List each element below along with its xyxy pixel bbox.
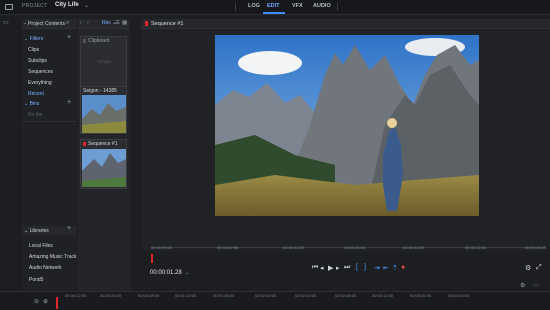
ruler-label: 00:00:12:00 bbox=[465, 245, 487, 250]
libraries-label: Libraries bbox=[29, 227, 49, 234]
ruler-label: 00:00:12:00 bbox=[283, 245, 305, 250]
record-marker-icon bbox=[83, 141, 86, 146]
fullscreen-icon[interactable]: ⤢ bbox=[536, 264, 542, 272]
library-item-local-files[interactable]: Local Files bbox=[29, 243, 53, 249]
back-arrow-icon[interactable]: ‹ bbox=[80, 20, 82, 26]
marker-icon bbox=[83, 38, 86, 43]
record-icon[interactable]: ● bbox=[401, 264, 405, 271]
bins-section[interactable]: ⌄ Bins bbox=[24, 101, 39, 107]
tab-divider bbox=[235, 3, 236, 11]
bin-item[interactable]: No bin bbox=[28, 112, 42, 118]
bin-toolbar: ‹ › Rec ⌄ ☰ ▦ bbox=[78, 19, 130, 29]
filter-item-recent[interactable]: Recent bbox=[28, 91, 44, 97]
settings-icon[interactable]: ⚙ bbox=[525, 264, 531, 272]
active-tab-indicator bbox=[263, 12, 285, 14]
viewer-title: Sequence #1 bbox=[151, 20, 184, 27]
ruler-label: 00:00:16:00 bbox=[525, 245, 547, 250]
timeline-tick: 00:02:48:00 bbox=[335, 293, 357, 298]
timeline-tick: 00:00:48:00 bbox=[138, 293, 160, 298]
add-library-icon[interactable]: + bbox=[67, 225, 71, 232]
timeline-tick: 00:03:36:00 bbox=[410, 293, 432, 298]
skip-to-start-icon[interactable]: ⏮ bbox=[312, 264, 318, 272]
project-contents-header: ⌄ Project Contents ⌕ bbox=[22, 19, 77, 29]
timeline-tick: 00:01:36:00 bbox=[213, 293, 235, 298]
video-frame[interactable] bbox=[215, 35, 479, 216]
tab-edit[interactable]: EDIT bbox=[267, 3, 280, 9]
insert-icon[interactable]: ⇥ bbox=[374, 264, 380, 272]
sequence-thumbnail[interactable]: Sequence #1 bbox=[80, 139, 127, 189]
project-label: PROJECT bbox=[22, 3, 48, 9]
timeline-tick: 00:00:24:00 bbox=[100, 293, 122, 298]
filter-item-subclips[interactable]: Subclips bbox=[28, 58, 47, 64]
grid-view-icon[interactable]: ▦ bbox=[122, 20, 127, 26]
panel-toggle-icon[interactable]: ▭ bbox=[3, 19, 9, 26]
ruler-label: 00:00:13:00 bbox=[403, 245, 425, 250]
record-marker-icon bbox=[145, 21, 148, 26]
zoom-out-icon[interactable]: ⊖ bbox=[34, 298, 39, 305]
sequence-viewer: Sequence #1 00:00:00.00 00:00:02:58 00:0… bbox=[141, 19, 550, 263]
overwrite-icon[interactable]: ⇤ bbox=[383, 264, 389, 272]
viewer-header: Sequence #1 bbox=[141, 19, 550, 29]
timecode-display[interactable]: 00:00:01.28 bbox=[150, 270, 182, 276]
timeline-options-icon[interactable]: ⋯ bbox=[533, 282, 539, 289]
ruler-label: 00:00:24:00 bbox=[344, 245, 366, 250]
clip-label: Seigon - 14385 bbox=[83, 88, 117, 94]
tab-divider bbox=[337, 3, 338, 11]
timeline-playhead[interactable] bbox=[56, 297, 58, 309]
bin-panel: ‹ › Rec ⌄ ☰ ▦ Clipboard Empty Seigon - 1… bbox=[78, 19, 130, 309]
library-item-pond5[interactable]: Pond5 bbox=[29, 277, 43, 283]
timeline-tick: 00:03:12:00 bbox=[372, 293, 394, 298]
timeline-tick: 00:04:00:00 bbox=[448, 293, 470, 298]
mark-in-icon[interactable]: [ bbox=[356, 264, 358, 271]
divider bbox=[22, 121, 77, 122]
clip-preview-image bbox=[82, 95, 126, 133]
project-name[interactable]: City Life bbox=[55, 2, 79, 8]
add-bin-icon[interactable]: + bbox=[67, 99, 71, 106]
clip-preview-image bbox=[82, 149, 126, 187]
project-contents-panel: ⌄ Project Contents ⌕ ⌄ Filters + Clips S… bbox=[22, 19, 77, 309]
ruler-label: 00:00:02:58 bbox=[217, 245, 239, 250]
list-view-icon[interactable]: ☰ bbox=[115, 20, 120, 26]
chevron-down-icon[interactable]: ⌄ bbox=[185, 270, 189, 276]
clip-thumbnail[interactable]: Seigon - 14385 bbox=[80, 86, 127, 134]
forward-arrow-icon[interactable]: › bbox=[87, 20, 89, 26]
timeline-tick: 00:02:24:00 bbox=[295, 293, 317, 298]
ruler-label: 00:00:00.00 bbox=[151, 245, 173, 250]
clip-label: Sequence #1 bbox=[88, 141, 118, 147]
timeline-tick: 00:02:00:00 bbox=[255, 293, 277, 298]
chevron-down-icon[interactable]: ⌄ bbox=[23, 20, 27, 26]
add-filter-icon[interactable]: + bbox=[67, 34, 71, 41]
skip-to-end-icon[interactable]: ⏭ bbox=[344, 264, 350, 272]
playhead[interactable] bbox=[151, 254, 153, 263]
tab-audio[interactable]: AUDIO bbox=[313, 3, 331, 9]
mark-out-icon[interactable]: ] bbox=[364, 264, 366, 271]
lift-icon[interactable]: ⇡ bbox=[392, 264, 398, 272]
filter-item-sequences[interactable]: Sequences bbox=[28, 69, 53, 75]
empty-state: Empty bbox=[98, 59, 111, 64]
timeline-tick: 00:00:12:00 bbox=[65, 293, 87, 298]
filter-item-everything[interactable]: Everything bbox=[28, 80, 52, 86]
search-icon[interactable]: ⌕ bbox=[66, 20, 69, 27]
clip-label: Clipboard bbox=[88, 38, 110, 44]
timeline-tick: 00:01:12:00 bbox=[175, 293, 197, 298]
bins-label: Bins bbox=[29, 101, 40, 107]
tab-log[interactable]: LOG bbox=[248, 3, 260, 9]
library-item-music[interactable]: Amazing Music Track bbox=[29, 254, 77, 260]
play-icon[interactable]: ▶ bbox=[328, 264, 333, 272]
chevron-down-icon[interactable]: ⌄ bbox=[84, 2, 89, 9]
filters-label: Filters bbox=[29, 36, 44, 42]
library-item-audio-network[interactable]: Audio Network bbox=[29, 265, 62, 271]
panel-title: Project Contents bbox=[28, 20, 65, 27]
tab-vfx[interactable]: VFX bbox=[292, 3, 303, 9]
step-back-icon[interactable]: ◂ bbox=[320, 264, 324, 272]
filters-section[interactable]: ⌄ Filters bbox=[24, 36, 43, 42]
filter-item-clips[interactable]: Clips bbox=[28, 47, 39, 53]
libraries-section[interactable]: ⌄ Libraries bbox=[24, 228, 49, 234]
app-logo-icon[interactable] bbox=[5, 4, 13, 10]
step-forward-icon[interactable]: ▸ bbox=[336, 264, 340, 272]
zoom-in-icon[interactable]: ⊕ bbox=[43, 298, 48, 305]
timeline-settings-icon[interactable]: ⚙ bbox=[520, 282, 525, 289]
libraries-header: ⌄ Libraries + bbox=[22, 225, 77, 235]
